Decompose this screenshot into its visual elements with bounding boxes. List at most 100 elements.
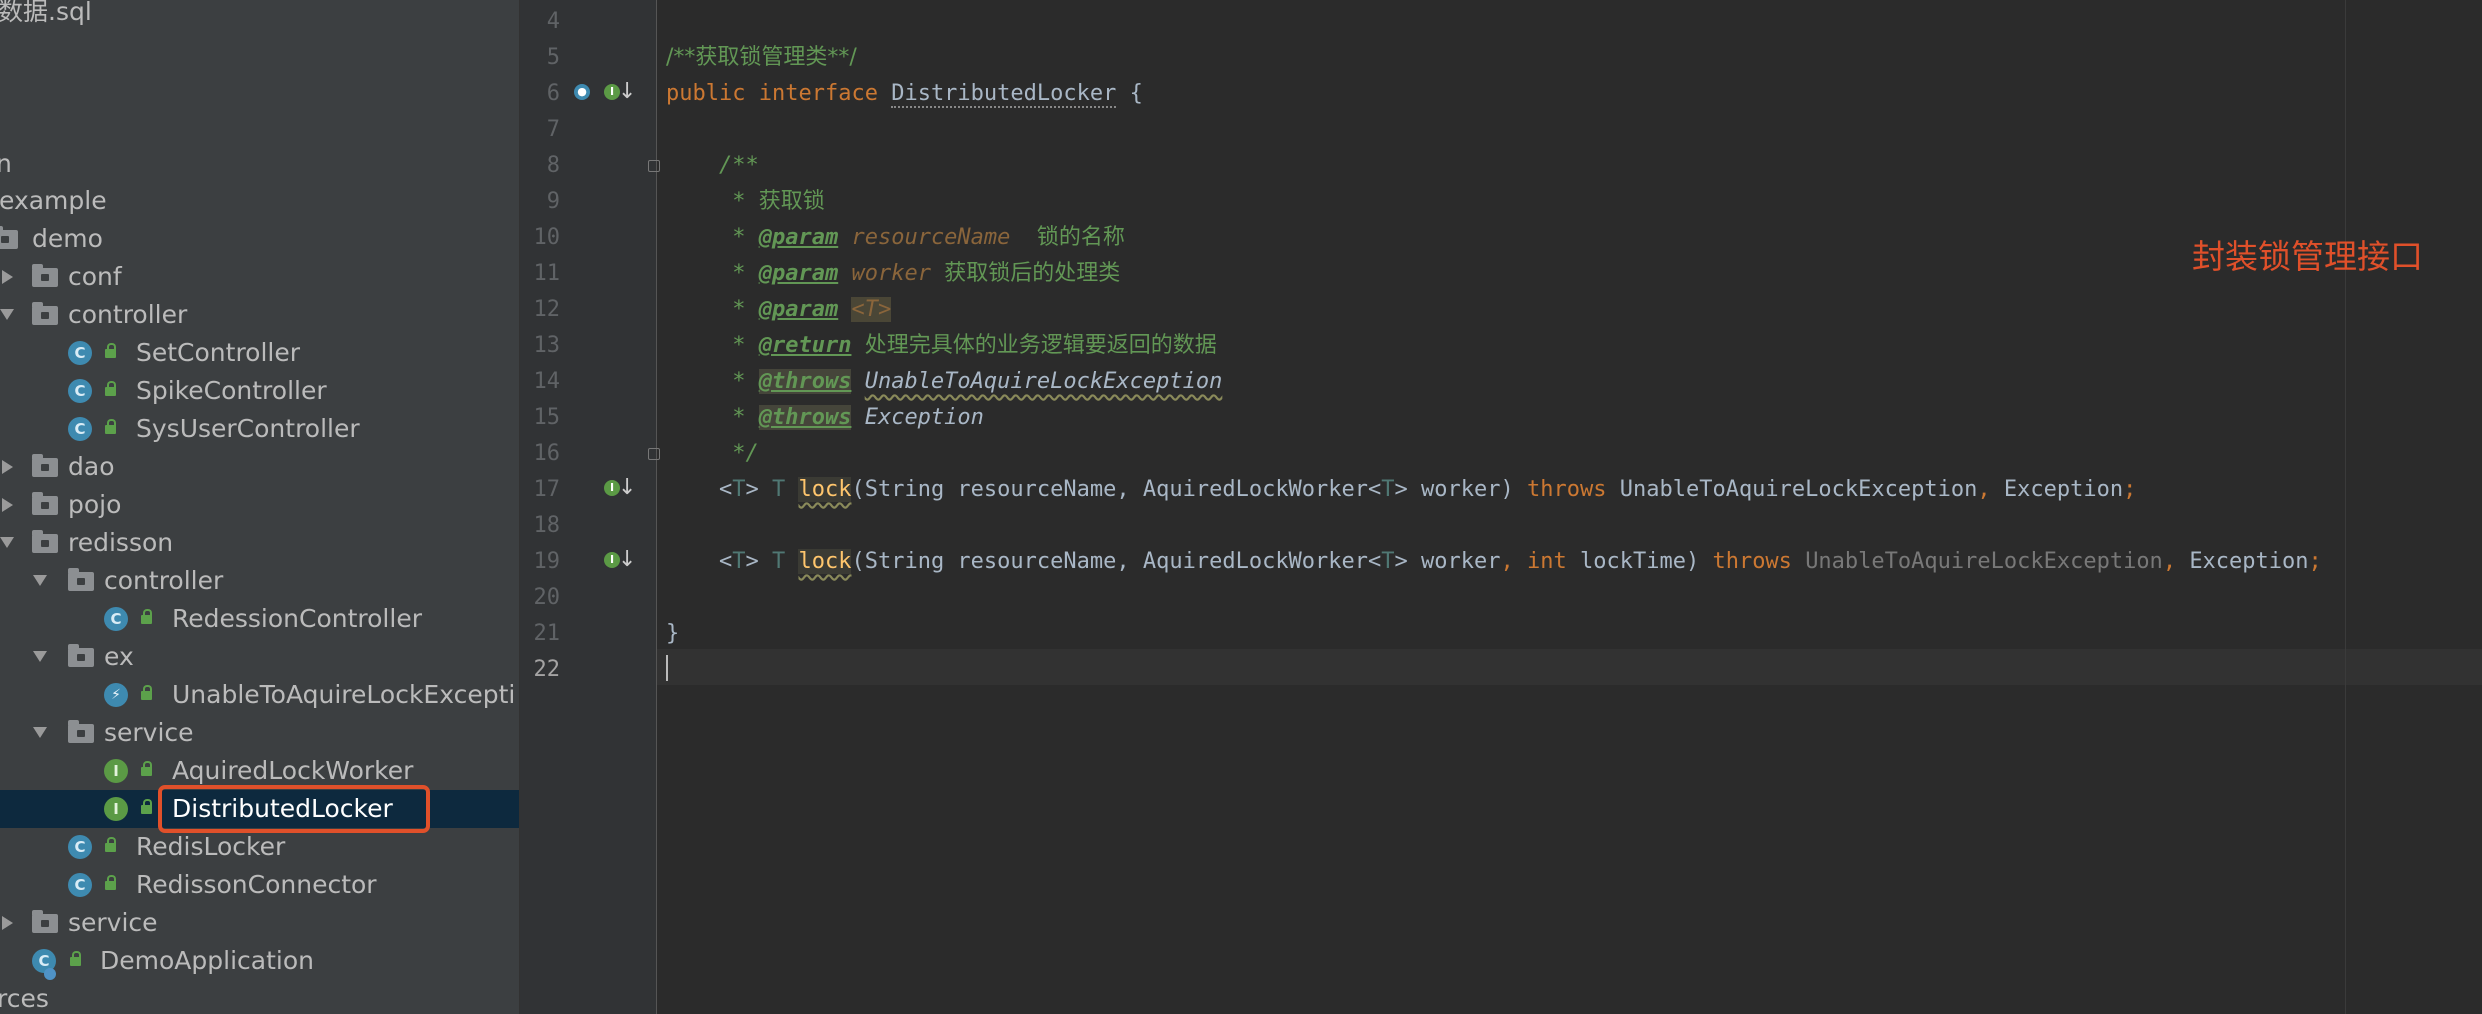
- chevron-down-icon[interactable]: [0, 537, 14, 548]
- javadoc-star: *: [718, 405, 759, 430]
- chevron-down-icon[interactable]: [33, 651, 47, 662]
- javadoc-tag: @param: [758, 297, 839, 322]
- tree-item-sql-file[interactable]: 数据.sql: [0, 0, 519, 31]
- class-icon: C: [68, 873, 92, 897]
- keyword: throws: [1712, 549, 1792, 574]
- code-line-6: public interface DistributedLocker {: [666, 76, 1143, 112]
- exception-type: UnableToAquireLockException: [1805, 549, 2163, 574]
- line-number: 17: [533, 477, 561, 502]
- javadoc-star: *: [718, 297, 759, 322]
- lock-icon: [105, 419, 116, 434]
- javadoc-param-desc: 锁的名称: [1036, 225, 1125, 250]
- code-editor[interactable]: /**获取锁管理类**/ public interface Distribute…: [657, 0, 2482, 1014]
- tree-item-spikecontroller[interactable]: C SpikeController: [0, 372, 519, 410]
- tree-item-ex[interactable]: ex: [0, 638, 519, 676]
- interface-name[interactable]: DistributedLocker: [891, 81, 1117, 108]
- right-margin-guide: [2345, 0, 2346, 1014]
- line-number: 16: [533, 441, 561, 466]
- run-badge-icon: [44, 968, 56, 980]
- javadoc-tag: @throws: [758, 369, 852, 394]
- tree-item-partial-main[interactable]: n: [0, 145, 519, 183]
- tree-item-label: UnableToAquireLockExcepti: [172, 680, 516, 709]
- line-number: 15: [533, 405, 561, 430]
- code-line-8: /**: [666, 148, 759, 184]
- lock-icon: [105, 875, 116, 890]
- javadoc-close: */: [718, 441, 759, 466]
- code-line-12: * @param <T>: [666, 292, 892, 328]
- arrow-down-icon[interactable]: ↓: [618, 477, 636, 499]
- tree-item-redisson[interactable]: redisson: [0, 524, 519, 562]
- tree-item-label: controller: [68, 300, 188, 329]
- lock-icon: [141, 609, 152, 624]
- comma: ,: [1500, 549, 1514, 574]
- folder-icon: [32, 302, 58, 325]
- tree-item-label: example: [0, 186, 107, 215]
- class-icon: C: [68, 835, 92, 859]
- tree-item-pojo[interactable]: pojo: [0, 486, 519, 524]
- tree-item-redisson-service[interactable]: service: [0, 714, 519, 752]
- tree-item-unabletoaquirelockexception[interactable]: ⚡ UnableToAquireLockExcepti: [0, 676, 519, 714]
- tree-item-conf[interactable]: conf: [0, 258, 519, 296]
- generic-open: <: [718, 549, 733, 574]
- method-signature: > worker): [1394, 477, 1514, 502]
- folder-icon: [32, 492, 58, 515]
- javadoc-param: worker: [851, 261, 931, 286]
- javadoc-tag: @param: [758, 261, 839, 286]
- lock-icon: [141, 761, 152, 776]
- semicolon: ;: [2308, 549, 2322, 574]
- keyword: interface: [758, 81, 878, 106]
- tree-item-redissonconnector[interactable]: C RedissonConnector: [0, 866, 519, 904]
- exception-type: Exception: [2189, 549, 2309, 574]
- tree-item-label: ex: [104, 642, 134, 671]
- arrow-down-icon[interactable]: ↓: [618, 81, 636, 103]
- chevron-right-icon[interactable]: [2, 916, 13, 930]
- type-param: T: [1381, 549, 1395, 574]
- tree-item-label: SpikeController: [136, 376, 327, 405]
- code-line-17: <T> T lock(String resourceName, AquiredL…: [666, 472, 2136, 508]
- tree-item-resources[interactable]: rces: [0, 980, 519, 1014]
- line-number: 12: [533, 297, 561, 322]
- tree-item-redessioncontroller[interactable]: C RedessionController: [0, 600, 519, 638]
- chevron-down-icon[interactable]: [0, 309, 14, 320]
- folder-icon: [32, 454, 58, 477]
- method-signature: > worker: [1394, 549, 1501, 574]
- chevron-right-icon[interactable]: [2, 498, 13, 512]
- implemented-icon[interactable]: ●: [574, 84, 590, 100]
- code-line-19: <T> T lock(String resourceName, AquiredL…: [666, 544, 2322, 580]
- line-number: 10: [533, 225, 561, 250]
- tree-item-controller[interactable]: controller: [0, 296, 519, 334]
- method-name[interactable]: lock: [798, 477, 852, 502]
- lock-icon: [141, 799, 152, 814]
- javadoc-exception: Exception: [864, 405, 984, 430]
- tree-item-example[interactable]: example: [0, 182, 519, 220]
- javadoc-tag: @param: [758, 225, 839, 250]
- tree-item-demo[interactable]: demo: [0, 220, 519, 258]
- tree-item-service[interactable]: service: [0, 904, 519, 942]
- code-line-15: * @throws Exception: [666, 400, 984, 436]
- method-name[interactable]: lock: [798, 549, 852, 574]
- lock-icon: [105, 343, 116, 358]
- line-number: 21: [533, 621, 561, 646]
- chevron-right-icon[interactable]: [2, 270, 13, 284]
- tree-item-redislocker[interactable]: C RedisLocker: [0, 828, 519, 866]
- code-line-16: */: [666, 436, 759, 472]
- type-param: T: [1381, 477, 1395, 502]
- highlight-box: [158, 785, 430, 833]
- return-type: T: [771, 549, 786, 574]
- javadoc-star: *: [718, 189, 759, 214]
- type-param: T: [732, 549, 746, 574]
- tree-item-dao[interactable]: dao: [0, 448, 519, 486]
- tree-item-sysusercontroller[interactable]: C SysUserController: [0, 410, 519, 448]
- tree-item-setcontroller[interactable]: C SetController: [0, 334, 519, 372]
- class-icon: C: [68, 417, 92, 441]
- tree-item-redisson-controller[interactable]: controller: [0, 562, 519, 600]
- arrow-down-icon[interactable]: ↓: [618, 549, 636, 571]
- tree-item-demoapplication[interactable]: C DemoApplication: [0, 942, 519, 980]
- chevron-down-icon[interactable]: [33, 575, 47, 586]
- brace: }: [666, 621, 680, 646]
- tree-item-label: DemoApplication: [100, 946, 314, 975]
- tree-item-label: SysUserController: [136, 414, 360, 443]
- chevron-right-icon[interactable]: [2, 460, 13, 474]
- chevron-down-icon[interactable]: [33, 727, 47, 738]
- code-line-21: }: [666, 616, 679, 652]
